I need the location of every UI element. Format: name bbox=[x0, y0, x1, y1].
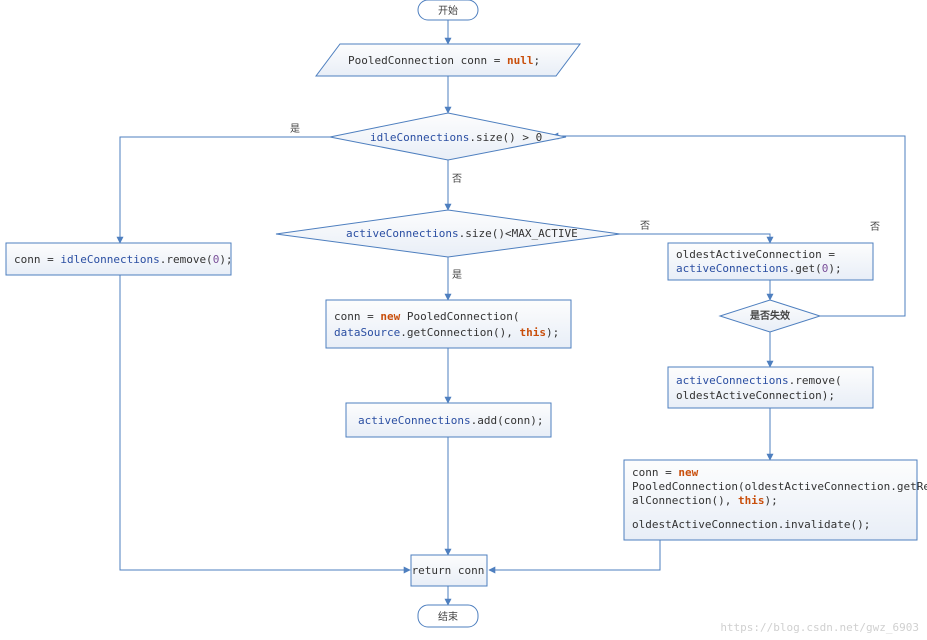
reuse-oldest-line4: oldestActiveConnection.invalidate(); bbox=[632, 518, 870, 531]
cond-active-code: activeConnections.size()<MAX_ACTIVE bbox=[346, 227, 578, 240]
is-invalid-no: 否 bbox=[870, 221, 880, 233]
reuse-oldest-line1: conn = new bbox=[632, 466, 699, 479]
new-conn-node bbox=[326, 300, 571, 348]
cond-active-yes: 是 bbox=[452, 269, 462, 281]
active-remove-line2: oldestActiveConnection); bbox=[676, 389, 835, 402]
idle-remove-code: conn = idleConnections.remove(0); bbox=[14, 253, 233, 266]
cond-idle-code: idleConnections.size() > 0 bbox=[370, 131, 542, 144]
is-invalid-label: 是否失效 bbox=[749, 309, 791, 322]
oldest-get-line2: activeConnections.get(0); bbox=[676, 262, 842, 275]
active-add-code: activeConnections.add(conn); bbox=[358, 414, 543, 427]
cond-active-no: 否 bbox=[640, 220, 650, 232]
active-remove-line1: activeConnections.remove( bbox=[676, 374, 842, 387]
cond-idle-no: 否 bbox=[452, 173, 462, 185]
flowchart: 开始 PooledConnection conn = null; idleCon… bbox=[0, 0, 927, 640]
oldest-get-line1: oldestActiveConnection = bbox=[676, 248, 835, 261]
start-label: 开始 bbox=[438, 4, 458, 17]
reuse-oldest-line3: alConnection(), this); bbox=[632, 494, 778, 507]
new-conn-line2: dataSource.getConnection(), this); bbox=[334, 326, 559, 339]
cond-idle-yes: 是 bbox=[290, 123, 300, 135]
end-label: 结束 bbox=[438, 610, 458, 623]
init-code: PooledConnection conn = null; bbox=[348, 54, 540, 67]
new-conn-line1: conn = new PooledConnection( bbox=[334, 310, 519, 323]
reuse-oldest-line2: PooledConnection(oldestActiveConnection.… bbox=[632, 480, 927, 493]
return-code: return conn bbox=[412, 564, 485, 577]
